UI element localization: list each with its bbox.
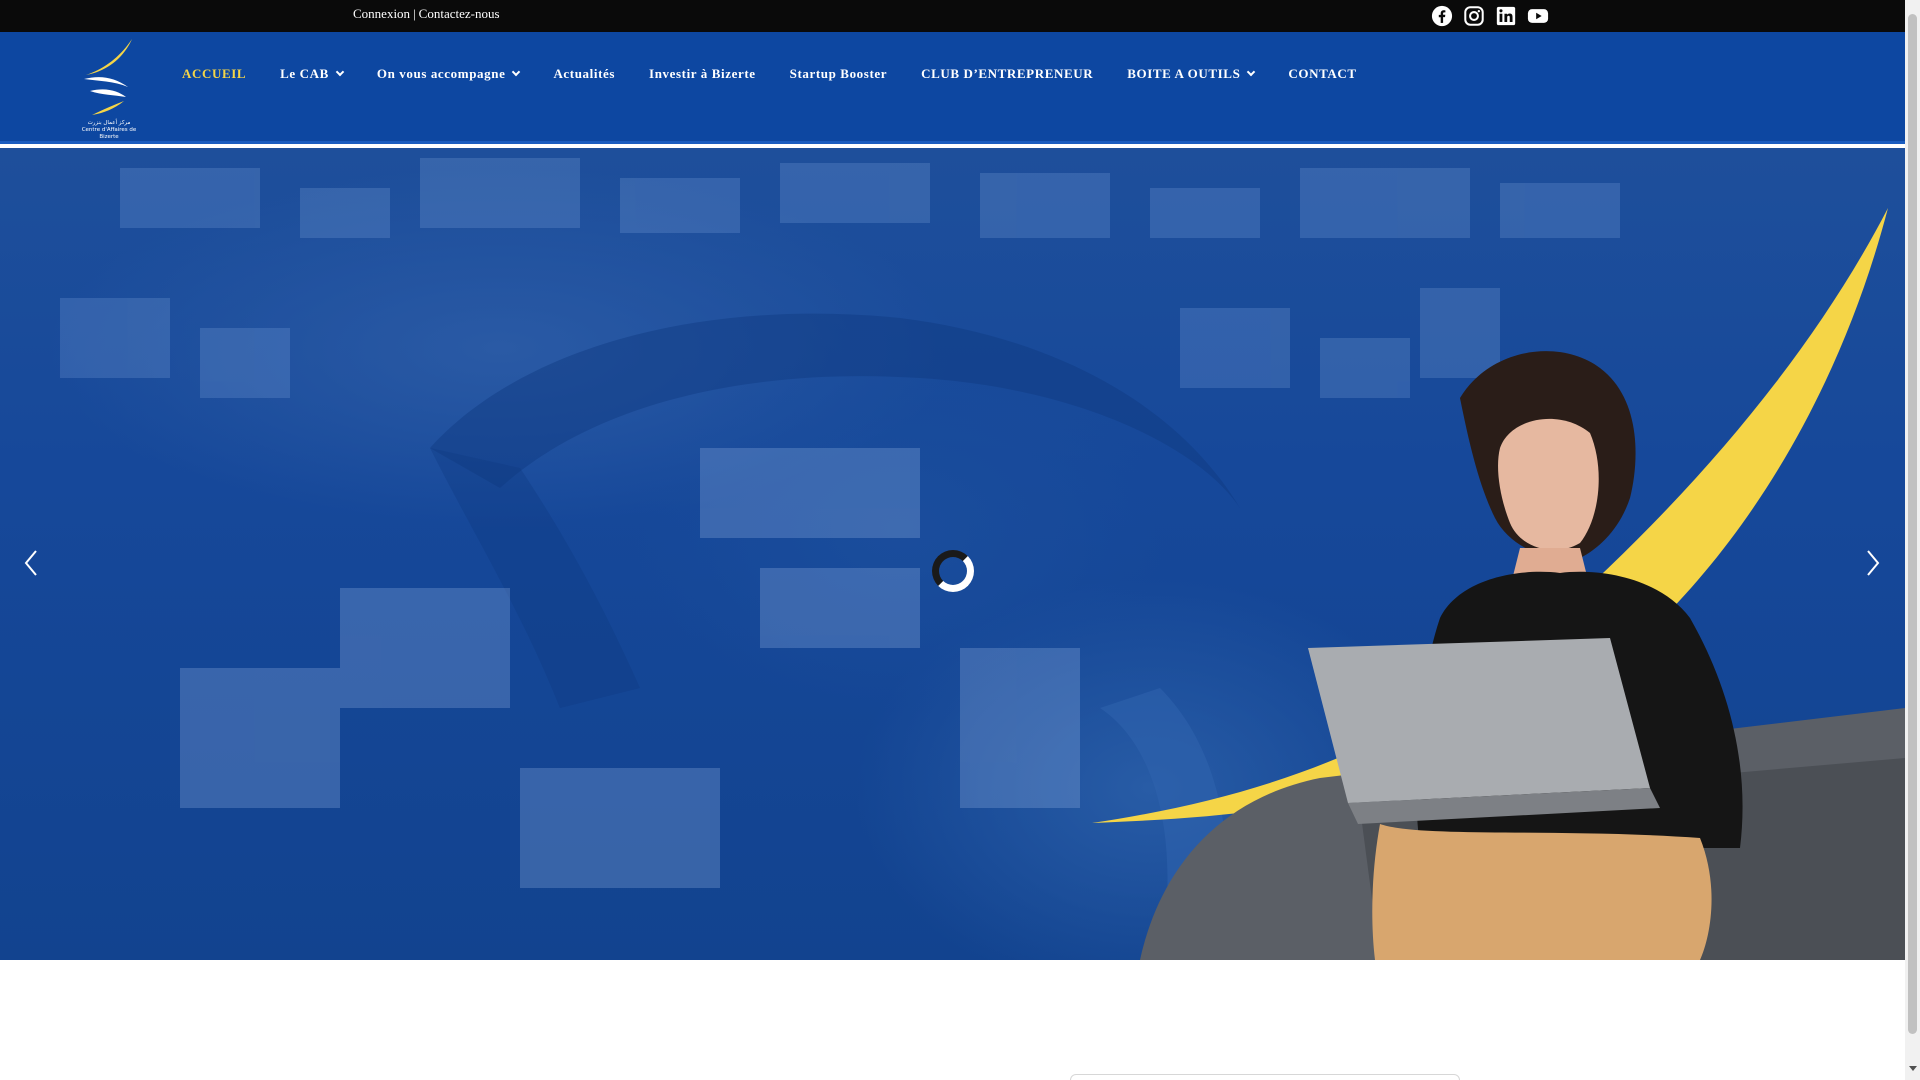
- social-links: [1430, 4, 1550, 28]
- nav-label: ACCUEIL: [182, 66, 247, 81]
- top-bar: Connexion | Contactez-nous: [0, 0, 1905, 32]
- nav-item-le-cab[interactable]: Le CAB: [263, 66, 360, 82]
- topbar-links: Connexion | Contactez-nous: [353, 6, 500, 22]
- nav-label: CONTACT: [1288, 66, 1357, 81]
- nav-label: BOITE A OUTILS: [1127, 66, 1241, 81]
- chevron-down-icon: [335, 67, 345, 77]
- site-header: مركز أعمال بنزرت Centre d'Affaires de Bi…: [0, 32, 1905, 144]
- logo-caption: مركز أعمال بنزرت Centre d'Affaires de Bi…: [78, 120, 140, 141]
- page-scrollbar[interactable]: [1905, 0, 1920, 1080]
- facebook-icon[interactable]: [1430, 4, 1454, 28]
- nav-label: Startup Booster: [789, 66, 888, 81]
- youtube-icon[interactable]: [1526, 4, 1550, 28]
- topbar-separator: |: [413, 6, 416, 21]
- nav-label: Investir à Bizerte: [649, 66, 756, 81]
- nav-label: On vous accompagne: [376, 66, 506, 81]
- instagram-icon[interactable]: [1462, 4, 1486, 28]
- nav-label: Le CAB: [280, 66, 329, 81]
- scrollbar-thumb[interactable]: [1908, 14, 1917, 1034]
- nav-item-actualites[interactable]: Actualités: [536, 66, 632, 82]
- logo-caption-french: Centre d'Affaires de Bizerte: [81, 127, 137, 140]
- scroll-down-arrow-icon[interactable]: [1909, 1066, 1917, 1071]
- hero-slider: [0, 148, 1905, 960]
- nav-item-accueil[interactable]: ACCUEIL: [165, 66, 263, 82]
- slider-next-arrow[interactable]: [1858, 543, 1888, 583]
- nav-item-boite-a-outils[interactable]: BOITE A OUTILS: [1110, 66, 1271, 82]
- nav-item-contact[interactable]: CONTACT: [1271, 66, 1373, 82]
- chevron-left-icon: [24, 550, 37, 576]
- nav-item-on-vous-accompagne[interactable]: On vous accompagne: [360, 66, 537, 82]
- linkedin-icon[interactable]: [1494, 4, 1518, 28]
- nav-label: CLUB D’ENTREPRENEUR: [921, 66, 1094, 81]
- chevron-down-icon: [1247, 67, 1256, 77]
- nav-label: Actualités: [553, 66, 616, 81]
- nav-item-startup-booster[interactable]: Startup Booster: [773, 66, 904, 82]
- chevron-down-icon: [512, 67, 521, 77]
- slider-prev-arrow[interactable]: [16, 543, 46, 583]
- nav-item-investir-a-bizerte[interactable]: Investir à Bizerte: [632, 66, 773, 82]
- content-card-top-edge: [1070, 1074, 1460, 1080]
- logo-caption-arabic: مركز أعمال بنزرت: [87, 120, 131, 126]
- main-navigation: ACCUEIL Le CAB On vous accompagne Actual…: [165, 32, 1374, 116]
- nav-item-club-entrepreneur[interactable]: CLUB D’ENTREPRENEUR: [904, 66, 1110, 82]
- loading-spinner-icon: [932, 550, 974, 592]
- chevron-right-icon: [1867, 550, 1880, 576]
- contact-us-link[interactable]: Contactez-nous: [419, 6, 500, 21]
- login-link[interactable]: Connexion: [353, 6, 410, 21]
